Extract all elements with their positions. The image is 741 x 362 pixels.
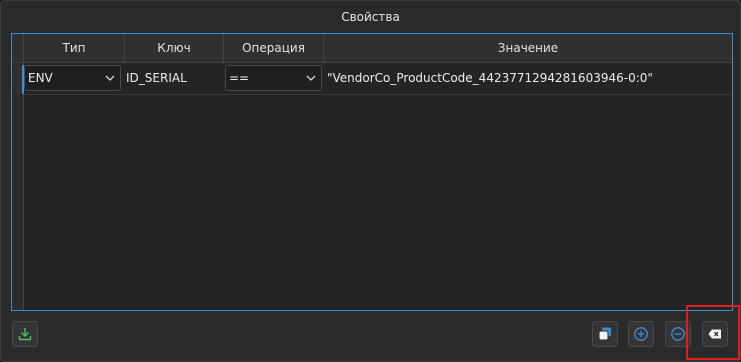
remove-icon bbox=[671, 327, 685, 341]
value-cell[interactable]: "VendorCo_ProductCode_442377129428160394… bbox=[327, 63, 653, 93]
column-header-operation[interactable]: Операция bbox=[224, 34, 324, 62]
column-header-type[interactable]: Тип bbox=[24, 34, 125, 62]
key-cell[interactable]: ID_SERIAL bbox=[126, 63, 187, 93]
duplicate-button[interactable] bbox=[592, 321, 618, 347]
type-combobox-value: ENV bbox=[28, 71, 53, 85]
table-corner bbox=[12, 34, 24, 62]
remove-button[interactable] bbox=[665, 321, 691, 347]
download-icon bbox=[18, 328, 32, 341]
table-row[interactable]: ENV ID_SERIAL == "VendorCo_ProductCode_4… bbox=[24, 63, 732, 95]
add-button[interactable] bbox=[628, 321, 654, 347]
column-header-key[interactable]: Ключ bbox=[125, 34, 224, 62]
download-button[interactable] bbox=[12, 321, 38, 347]
properties-dialog: Свойства Тип Ключ Операция Значение ENV … bbox=[0, 0, 741, 362]
group-title: Свойства bbox=[341, 10, 400, 24]
duplicate-icon bbox=[598, 327, 611, 341]
type-combobox[interactable]: ENV bbox=[24, 65, 121, 91]
properties-table[interactable]: Тип Ключ Операция Значение ENV ID_SERIAL… bbox=[11, 33, 733, 311]
chevron-down-icon bbox=[306, 75, 316, 81]
row-header-column bbox=[12, 63, 24, 310]
operation-combobox[interactable]: == bbox=[225, 65, 322, 91]
clear-button[interactable] bbox=[702, 321, 728, 347]
chevron-down-icon bbox=[105, 75, 115, 81]
row-header-1[interactable] bbox=[12, 65, 24, 94]
table-header: Тип Ключ Операция Значение bbox=[12, 34, 732, 63]
column-header-value[interactable]: Значение bbox=[324, 34, 732, 62]
add-icon bbox=[634, 327, 648, 341]
clear-icon bbox=[708, 329, 721, 339]
operation-combobox-value: == bbox=[229, 71, 250, 85]
